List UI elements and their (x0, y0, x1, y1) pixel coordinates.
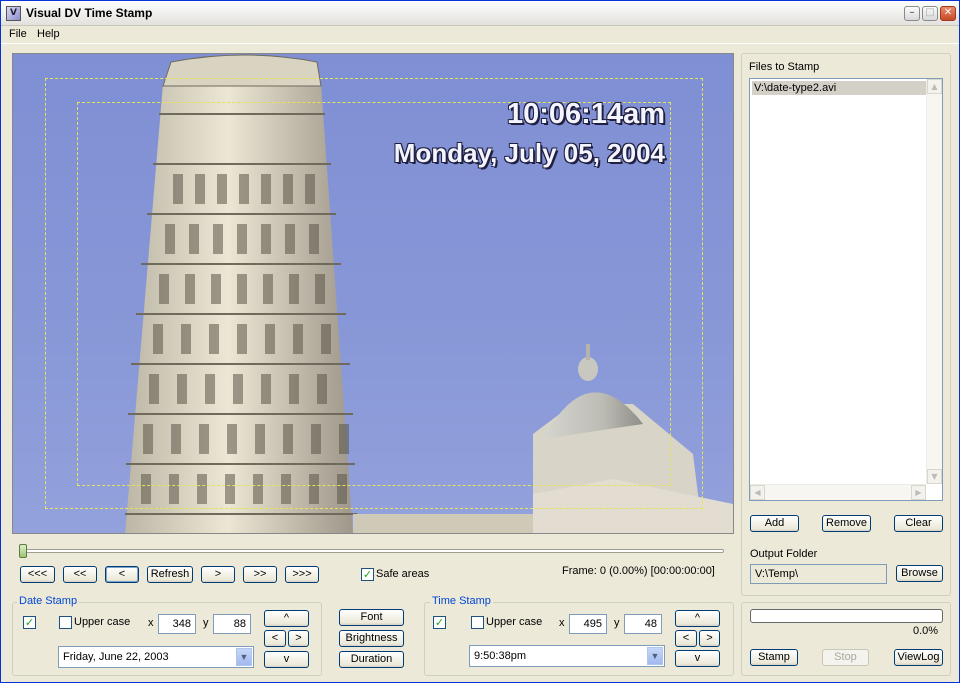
time-x-label: x (559, 617, 565, 629)
safe-areas-label: Safe areas (376, 568, 430, 580)
time-format-value: 9:50:38pm (474, 650, 526, 662)
forward-button[interactable]: >> (243, 566, 277, 583)
menu-bar: File Help (1, 26, 959, 44)
time-x-input[interactable]: 495 (569, 614, 607, 634)
time-nudge-left-button[interactable]: < (675, 630, 697, 647)
date-format-value: Friday, June 22, 2003 (63, 651, 169, 663)
date-nudge-down-button[interactable]: v (264, 651, 309, 668)
scroll-left-icon[interactable]: ◀ (750, 485, 765, 500)
date-upper-case-label: Upper case (74, 616, 131, 628)
chevron-down-icon[interactable]: ▼ (647, 647, 663, 665)
progress-text: 0.0% (913, 625, 939, 637)
files-list-hscroll[interactable]: ◀ ▶ (750, 484, 926, 500)
date-format-select[interactable]: Friday, June 22, 2003 ▼ (58, 646, 254, 668)
date-nudge-up-button[interactable]: ^ (264, 610, 309, 627)
clear-files-button[interactable]: Clear (894, 515, 943, 532)
time-stamp-enable-checkbox[interactable]: ✓ (433, 616, 446, 629)
time-nudge-right-button[interactable]: > (699, 630, 720, 647)
time-upper-case-checkbox[interactable] (471, 616, 484, 629)
duration-button[interactable]: Duration (339, 651, 404, 668)
frame-slider-track[interactable] (20, 549, 724, 553)
output-folder-input[interactable]: V:\Temp\ (750, 564, 887, 584)
menu-help[interactable]: Help (37, 28, 60, 40)
files-list[interactable]: V:\date-type2.avi ▲ ▼ ◀ ▶ (749, 78, 943, 501)
rewind-button[interactable]: << (63, 566, 97, 583)
close-button[interactable]: ✕ (940, 6, 956, 21)
maximize-button[interactable]: □ (922, 6, 938, 21)
date-x-input[interactable]: 348 (158, 614, 196, 634)
date-nudge-right-button[interactable]: > (288, 630, 309, 647)
date-y-label: y (203, 617, 209, 629)
next-frame-button[interactable]: > (201, 566, 235, 583)
frame-slider-thumb[interactable] (19, 544, 27, 558)
remove-file-button[interactable]: Remove (822, 515, 871, 532)
window-title: Visual DV Time Stamp (26, 6, 153, 20)
add-file-button[interactable]: Add (750, 515, 799, 532)
title-bar[interactable]: V Visual DV Time Stamp – □ ✕ (1, 1, 959, 26)
browse-button[interactable]: Browse (896, 565, 943, 582)
date-stamp-enable-checkbox[interactable]: ✓ (23, 616, 36, 629)
time-upper-case-label: Upper case (486, 616, 543, 628)
menu-file[interactable]: File (9, 28, 27, 40)
time-stamp-title: Time Stamp (430, 595, 493, 607)
output-folder-label: Output Folder (750, 548, 818, 560)
app-window: V Visual DV Time Stamp – □ ✕ File Help 1… (0, 0, 960, 683)
list-item[interactable]: V:\date-type2.avi (752, 81, 926, 95)
date-overlay: Monday, July 05, 2004 (393, 138, 665, 168)
viewlog-button[interactable]: ViewLog (894, 649, 943, 666)
files-to-stamp-label: Files to Stamp (749, 61, 820, 73)
time-format-select[interactable]: 9:50:38pm ▼ (469, 645, 665, 667)
safe-areas-checkbox[interactable]: ✓ (361, 568, 374, 581)
stamp-button[interactable]: Stamp (750, 649, 798, 666)
refresh-button[interactable]: Refresh (147, 566, 193, 583)
scroll-up-icon[interactable]: ▲ (927, 79, 942, 94)
date-x-label: x (148, 617, 154, 629)
app-icon: V (6, 6, 21, 21)
date-stamp-title: Date Stamp (17, 595, 80, 607)
time-y-input[interactable]: 48 (624, 614, 662, 634)
time-y-label: y (614, 617, 620, 629)
date-nudge-left-button[interactable]: < (264, 630, 286, 647)
minimize-button[interactable]: – (904, 6, 920, 21)
date-y-input[interactable]: 88 (213, 614, 251, 634)
date-upper-case-checkbox[interactable] (59, 616, 72, 629)
first-frame-button[interactable]: <<< (20, 566, 55, 583)
time-nudge-up-button[interactable]: ^ (675, 610, 720, 627)
video-preview: 10:06:14am Monday, July 05, 2004 (12, 53, 734, 534)
chevron-down-icon[interactable]: ▼ (236, 648, 252, 666)
scroll-right-icon[interactable]: ▶ (911, 485, 926, 500)
progress-bar (750, 609, 943, 623)
frame-info: Frame: 0 (0.00%) [00:00:00:00] (562, 565, 715, 577)
last-frame-button[interactable]: >>> (285, 566, 319, 583)
files-list-vscroll[interactable]: ▲ ▼ (926, 79, 942, 484)
scroll-down-icon[interactable]: ▼ (927, 469, 942, 484)
time-overlay: 10:06:14am (507, 98, 665, 130)
prev-frame-button[interactable]: < (105, 566, 139, 583)
font-button[interactable]: Font (339, 609, 404, 626)
time-nudge-down-button[interactable]: v (675, 650, 720, 667)
stop-button[interactable]: Stop (822, 649, 869, 666)
brightness-button[interactable]: Brightness (339, 630, 404, 647)
